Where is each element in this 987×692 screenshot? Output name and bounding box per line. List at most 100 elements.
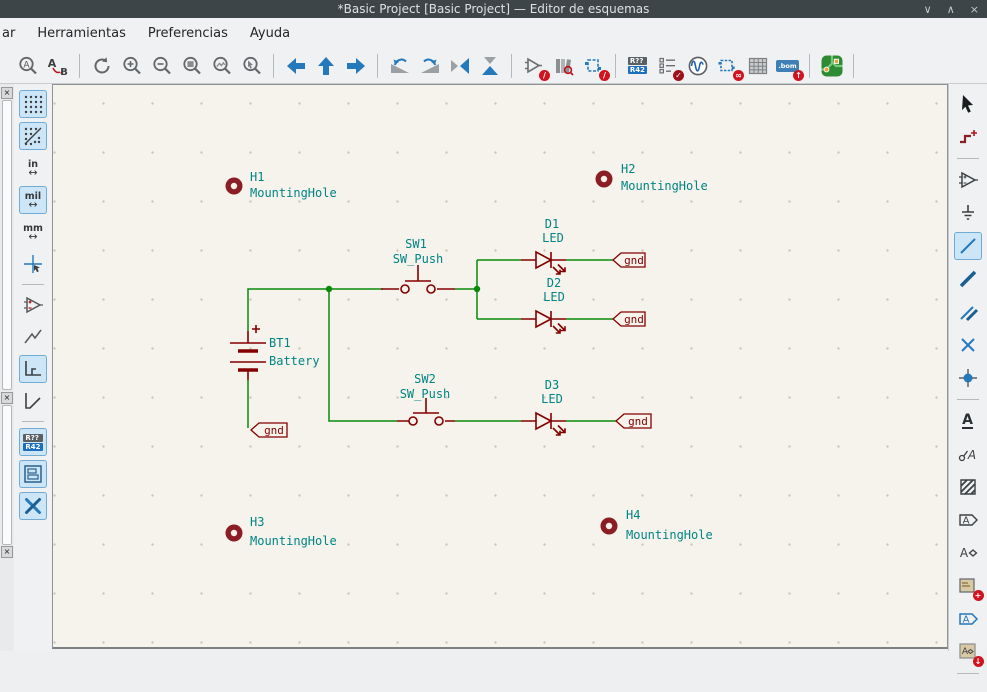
symbol-fields-table-button[interactable] — [743, 51, 772, 80]
erc-button[interactable]: ✓ — [653, 51, 682, 80]
close-panel-icon[interactable]: × — [1, 546, 13, 558]
export-bom-button[interactable]: .bom ↑ — [773, 51, 802, 80]
shade-window-icon[interactable]: ∨ — [924, 3, 932, 16]
component-value[interactable]: LED — [543, 290, 565, 304]
zoom-fit-button[interactable] — [177, 51, 206, 80]
component-value[interactable]: MountingHole — [250, 186, 337, 200]
mirror-horizontal-button[interactable] — [475, 51, 504, 80]
units-inches-button[interactable]: in↔ — [19, 154, 47, 182]
component-value[interactable]: MountingHole — [626, 528, 713, 542]
component-ref[interactable]: D2 — [547, 276, 561, 290]
simulator-button[interactable] — [683, 51, 712, 80]
menu-item-herramientas[interactable]: Herramientas — [26, 26, 137, 41]
component-ref[interactable]: H1 — [250, 170, 264, 184]
component-ref[interactable]: SW2 — [414, 372, 436, 386]
component-value[interactable]: LED — [541, 392, 563, 406]
component-led-d1[interactable]: D1 LED — [521, 217, 566, 274]
menu-item-ayuda[interactable]: Ayuda — [239, 26, 301, 41]
hierarchical-sheet-button[interactable]: + — [954, 572, 982, 600]
component-mounting-hole-h4[interactable]: H4 MountingHole — [601, 508, 713, 542]
zoom-selection-button[interactable] — [237, 51, 266, 80]
rotate-ccw-button[interactable] — [385, 51, 414, 80]
component-ref[interactable]: SW1 — [405, 237, 427, 251]
junction-button[interactable] — [954, 364, 982, 392]
draw-bus-button[interactable] — [954, 265, 982, 293]
menu-item-preferencias[interactable]: Preferencias — [137, 26, 239, 41]
no-connect-button[interactable] — [954, 331, 982, 359]
zoom-objects-button[interactable] — [207, 51, 236, 80]
sheet-pin-button[interactable]: A — [954, 605, 982, 633]
component-mounting-hole-h3[interactable]: H3 MountingHole — [226, 515, 337, 548]
nav-back-button[interactable] — [281, 51, 310, 80]
component-value[interactable]: SW_Push — [393, 252, 444, 266]
nav-up-button[interactable] — [311, 51, 340, 80]
component-ref[interactable]: D3 — [545, 378, 559, 392]
power-label-gnd[interactable]: gnd — [613, 312, 645, 326]
rule-area-button[interactable] — [954, 473, 982, 501]
assign-footprints-button[interactable]: ∞ — [713, 51, 742, 80]
collapsed-panel[interactable] — [2, 405, 12, 545]
net-label-button[interactable]: A — [954, 407, 982, 435]
component-led-d2[interactable]: D2 LED — [521, 276, 566, 333]
library-browser-button[interactable] — [549, 51, 578, 80]
units-mils-button[interactable]: mil↔ — [19, 186, 47, 214]
component-ref[interactable]: H4 — [626, 508, 640, 522]
svg-text:gnd[interactable]: gnd — [624, 254, 644, 267]
annotate-auto-button[interactable]: R?? R42 — [19, 428, 47, 456]
junction-dot[interactable] — [326, 286, 332, 292]
close-panel-icon[interactable]: × — [1, 392, 13, 404]
find-replace-button[interactable]: A B — [43, 51, 72, 80]
component-ref[interactable]: H3 — [250, 515, 264, 529]
open-pcb-editor-button[interactable] — [817, 51, 846, 80]
find-button[interactable]: A — [13, 51, 42, 80]
net-class-label-button[interactable]: A — [954, 440, 982, 468]
nav-forward-button[interactable] — [341, 51, 370, 80]
component-mounting-hole-h1[interactable]: H1 MountingHole — [226, 170, 337, 200]
bus-entry-button[interactable] — [954, 298, 982, 326]
component-switch-sw2[interactable]: SW2 SW_Push — [397, 372, 455, 425]
zoom-out-button[interactable] — [147, 51, 176, 80]
free-angle-wires-button[interactable] — [19, 323, 47, 351]
component-led-d3[interactable]: D3 LED — [521, 378, 566, 435]
component-ref[interactable]: D1 — [545, 217, 559, 231]
close-panel-icon[interactable]: × — [1, 87, 13, 99]
import-sheet-pin-button[interactable]: A ↓ — [954, 638, 982, 666]
hierarchical-label-button[interactable]: A — [954, 539, 982, 567]
place-power-port-button[interactable] — [954, 199, 982, 227]
properties-panel-button[interactable] — [19, 492, 47, 520]
hierarchy-navigator-button[interactable] — [19, 460, 47, 488]
symbol-editor-button[interactable]: / — [519, 51, 548, 80]
place-symbol-button[interactable] — [954, 166, 982, 194]
annotate-button[interactable]: R?? R42 — [623, 51, 652, 80]
close-window-icon[interactable]: × — [970, 3, 979, 16]
power-label-gnd[interactable]: gnd — [251, 423, 287, 437]
angle45-wires-button[interactable] — [19, 387, 47, 415]
component-value[interactable]: LED — [542, 231, 564, 245]
draw-wire-button[interactable] — [954, 232, 982, 260]
component-value[interactable]: SW_Push — [400, 387, 451, 401]
component-value[interactable]: MountingHole — [250, 534, 337, 548]
component-ref[interactable]: BT1 — [269, 336, 291, 350]
zoom-in-button[interactable] — [117, 51, 146, 80]
menu-item-truncated[interactable]: ar — [0, 26, 26, 41]
mirror-vertical-button[interactable] — [445, 51, 474, 80]
units-mm-button[interactable]: mm↔ — [19, 218, 47, 246]
component-mounting-hole-h2[interactable]: H2 MountingHole — [596, 162, 708, 193]
hv-wires-button[interactable] — [19, 355, 47, 383]
component-battery-bt1[interactable]: BT1 Battery — [230, 325, 320, 380]
power-label-gnd[interactable]: gnd — [616, 414, 651, 428]
cursor-shape-button[interactable] — [19, 250, 47, 278]
component-ref[interactable]: H2 — [621, 162, 635, 176]
refresh-view-button[interactable] — [87, 51, 116, 80]
collapsed-panel[interactable] — [2, 100, 12, 390]
component-switch-sw1[interactable]: SW1 SW_Push — [381, 237, 455, 293]
grid-overrides-button[interactable] — [19, 122, 47, 150]
highlight-net-button[interactable] — [954, 123, 982, 151]
maximize-window-icon[interactable]: ∧ — [947, 3, 955, 16]
select-tool-button[interactable] — [954, 90, 982, 118]
power-label-gnd[interactable]: gnd — [613, 253, 645, 267]
junction-dot[interactable] — [474, 286, 480, 292]
svg-text:gnd[interactable]: gnd — [624, 313, 644, 326]
component-value[interactable]: MountingHole — [621, 179, 708, 193]
rotate-cw-button[interactable] — [415, 51, 444, 80]
